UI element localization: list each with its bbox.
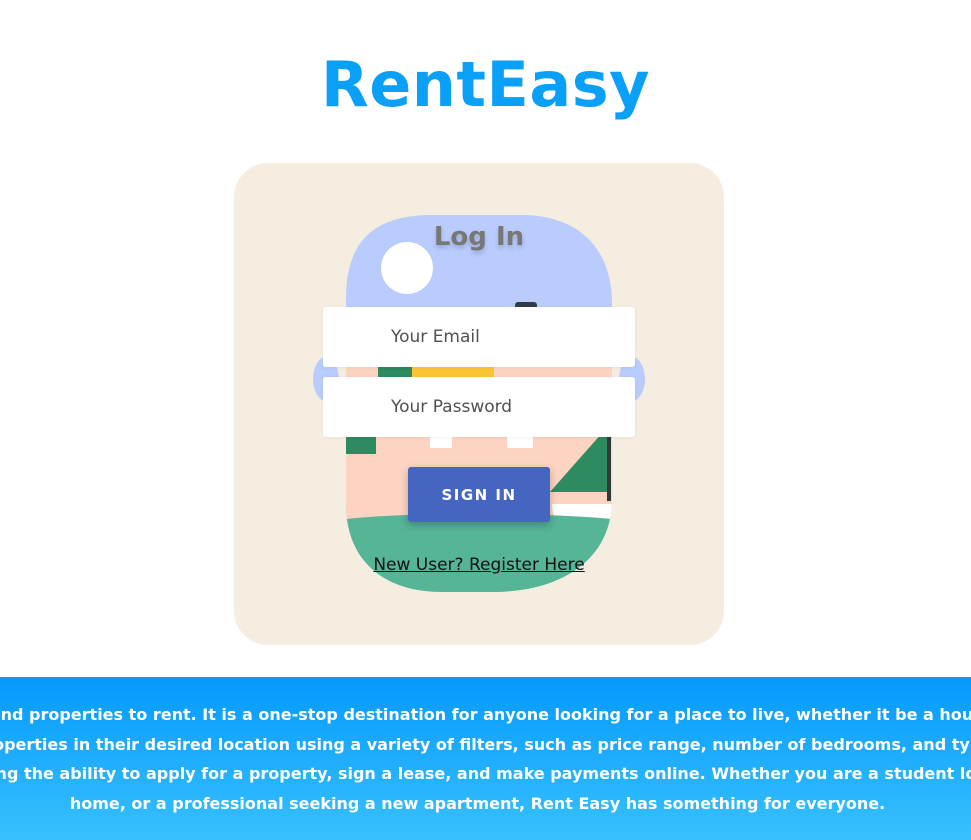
- footer-line: e find properties to rent. It is a one-s…: [0, 705, 971, 724]
- login-title: Log In: [433, 222, 525, 252]
- brand-logo: RentEasy: [320, 48, 651, 121]
- sign-in-button[interactable]: SIGN IN: [408, 467, 550, 522]
- footer-line: properties in their desired location usi…: [0, 734, 971, 754]
- footer-line: ding the ability to apply for a property…: [0, 764, 971, 783]
- register-link[interactable]: New User? Register Here: [0, 555, 958, 575]
- footer-line: home, or a professional seeking a new ap…: [69, 793, 886, 813]
- password-input[interactable]: [323, 377, 635, 437]
- footer-banner: e find properties to rent. It is a one-s…: [0, 677, 971, 840]
- email-input[interactable]: [323, 307, 635, 367]
- footer-description: e find properties to rent. It is a one-s…: [0, 700, 971, 818]
